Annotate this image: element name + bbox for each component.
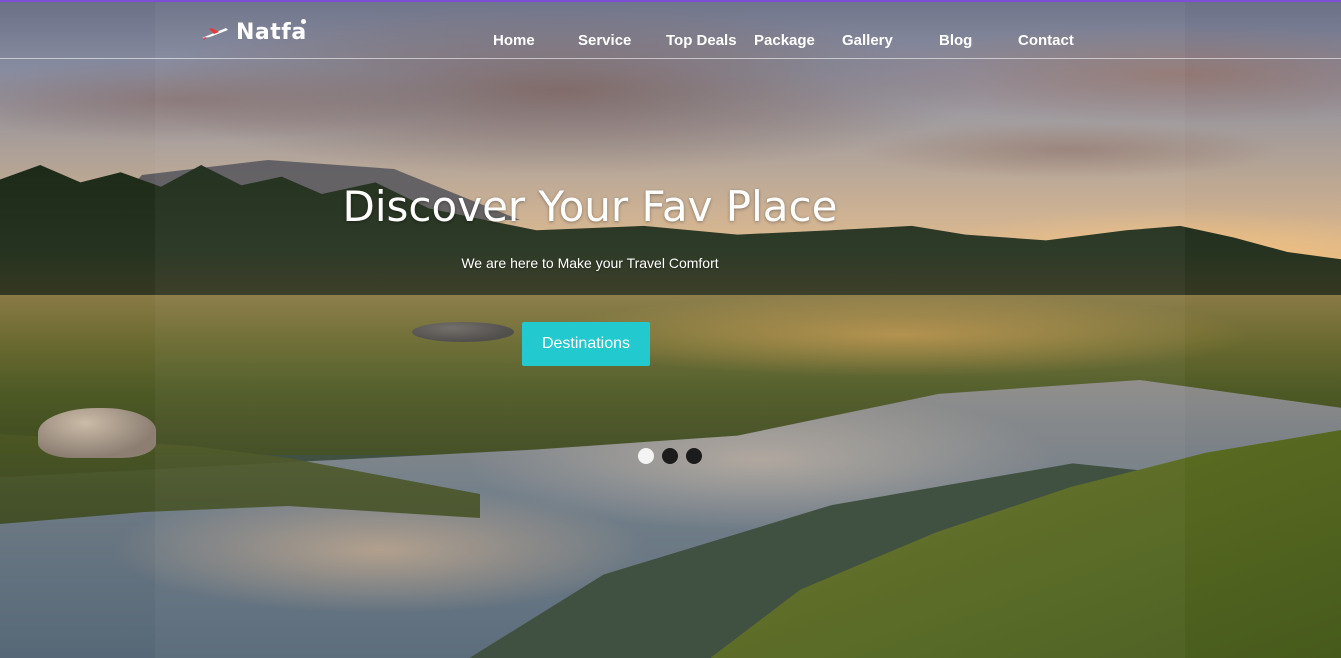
hero-overlay xyxy=(155,0,1185,658)
slider-dot-3[interactable] xyxy=(686,448,702,464)
nav-item-contact[interactable]: Contact xyxy=(1018,32,1074,49)
nav-item-blog[interactable]: Blog xyxy=(939,32,972,49)
hero-title: Discover Your Fav Place xyxy=(342,182,838,231)
hero-background-rock xyxy=(38,408,156,458)
nav-item-top-deals[interactable]: Top Deals xyxy=(666,32,737,49)
nav-item-gallery[interactable]: Gallery xyxy=(842,32,893,49)
slider-dot-2[interactable] xyxy=(662,448,678,464)
slider-dot-1[interactable] xyxy=(638,448,654,464)
hero-subtitle: We are here to Make your Travel Comfort xyxy=(461,255,719,271)
nav-item-home[interactable]: Home xyxy=(493,32,535,49)
main-nav: Home Service Top Deals Package Gallery B… xyxy=(0,2,1341,58)
hero-banner: Natfa Home Service Top Deals Package Gal… xyxy=(0,0,1341,658)
site-header: Natfa Home Service Top Deals Package Gal… xyxy=(0,2,1341,59)
nav-item-package[interactable]: Package xyxy=(754,32,815,49)
slider-pagination xyxy=(638,448,702,464)
nav-item-service[interactable]: Service xyxy=(578,32,631,49)
destinations-button[interactable]: Destinations xyxy=(522,322,650,366)
